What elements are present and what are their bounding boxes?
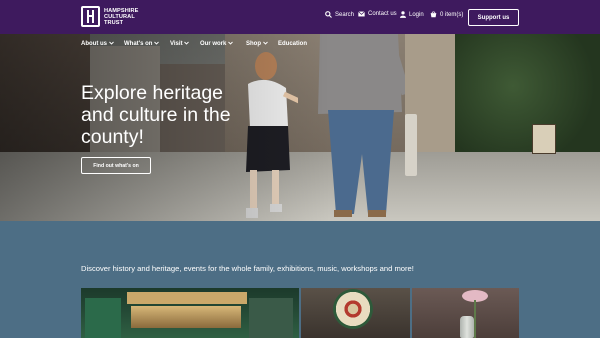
hero-photo-trees: [455, 34, 600, 164]
chevron-down-icon: [228, 41, 233, 47]
hero-photo-post: [405, 114, 417, 176]
card-photo-vase: [460, 316, 474, 338]
site-logo[interactable]: HAMPSHIRE CULTURAL TRUST: [81, 6, 138, 27]
user-icon: [400, 11, 406, 18]
login-label: Login: [409, 11, 424, 18]
hero-title: Explore heritage and culture in the coun…: [81, 82, 231, 148]
nav-label: Our work: [200, 41, 227, 47]
nav-item-about-us[interactable]: About us: [81, 41, 114, 47]
nav-item-whats-on[interactable]: What's on: [124, 41, 159, 47]
search-icon: [325, 11, 332, 18]
basket-icon: [430, 11, 437, 18]
logo-line: HAMPSHIRE: [104, 7, 139, 14]
chevron-down-icon: [262, 41, 268, 47]
card-photo-signboard: [127, 292, 247, 304]
top-bar: HAMPSHIRE CULTURAL TRUST Search Contact …: [0, 0, 600, 34]
chevron-down-icon: [154, 41, 159, 47]
nav-label: About us: [81, 41, 107, 47]
chevron-down-icon: [184, 41, 190, 47]
find-out-whats-on-button[interactable]: Find out what's on: [81, 157, 151, 174]
intro-text: Discover history and heritage, events fo…: [81, 264, 414, 273]
logo-mark-icon: [81, 6, 100, 27]
basket-count: 0 item(s): [440, 11, 464, 18]
nav-label: Education: [278, 41, 308, 47]
nav-label: Shop: [246, 41, 261, 47]
basket-link[interactable]: 0 item(s): [430, 11, 463, 18]
logo-text: HAMPSHIRE CULTURAL TRUST: [104, 8, 138, 26]
chevron-down-icon: [108, 41, 114, 47]
logo-line: CULTURAL: [104, 13, 135, 20]
feature-card-great-hall[interactable]: [301, 288, 410, 338]
hero-photo-sign: [532, 124, 556, 154]
search-link[interactable]: Search: [325, 11, 354, 18]
nav-item-visit[interactable]: Visit: [170, 41, 190, 47]
card-photo-round-table: [333, 289, 373, 329]
feature-card-shop[interactable]: [81, 288, 299, 338]
support-us-button[interactable]: Support us: [468, 9, 519, 26]
contact-label: Contact us: [368, 11, 397, 17]
search-label: Search: [335, 11, 355, 18]
nav-item-our-work[interactable]: Our work: [200, 41, 233, 47]
main-nav: About us What's on Visit Our work Shop E…: [0, 41, 600, 53]
nav-label: Visit: [170, 41, 183, 47]
card-photo-window: [131, 306, 241, 328]
card-photo-shelf: [249, 298, 293, 338]
nav-label: What's on: [124, 41, 153, 47]
envelope-icon: [358, 11, 365, 17]
nav-item-education[interactable]: Education: [278, 41, 307, 47]
feature-card-exhibition[interactable]: [412, 288, 519, 338]
contact-link[interactable]: Contact us: [358, 11, 397, 17]
login-link[interactable]: Login: [400, 11, 424, 18]
feature-cards: [81, 288, 519, 338]
card-photo-stem: [474, 300, 476, 338]
logo-line: TRUST: [104, 19, 124, 26]
card-photo-door: [85, 298, 121, 338]
nav-item-shop[interactable]: Shop: [246, 41, 268, 47]
